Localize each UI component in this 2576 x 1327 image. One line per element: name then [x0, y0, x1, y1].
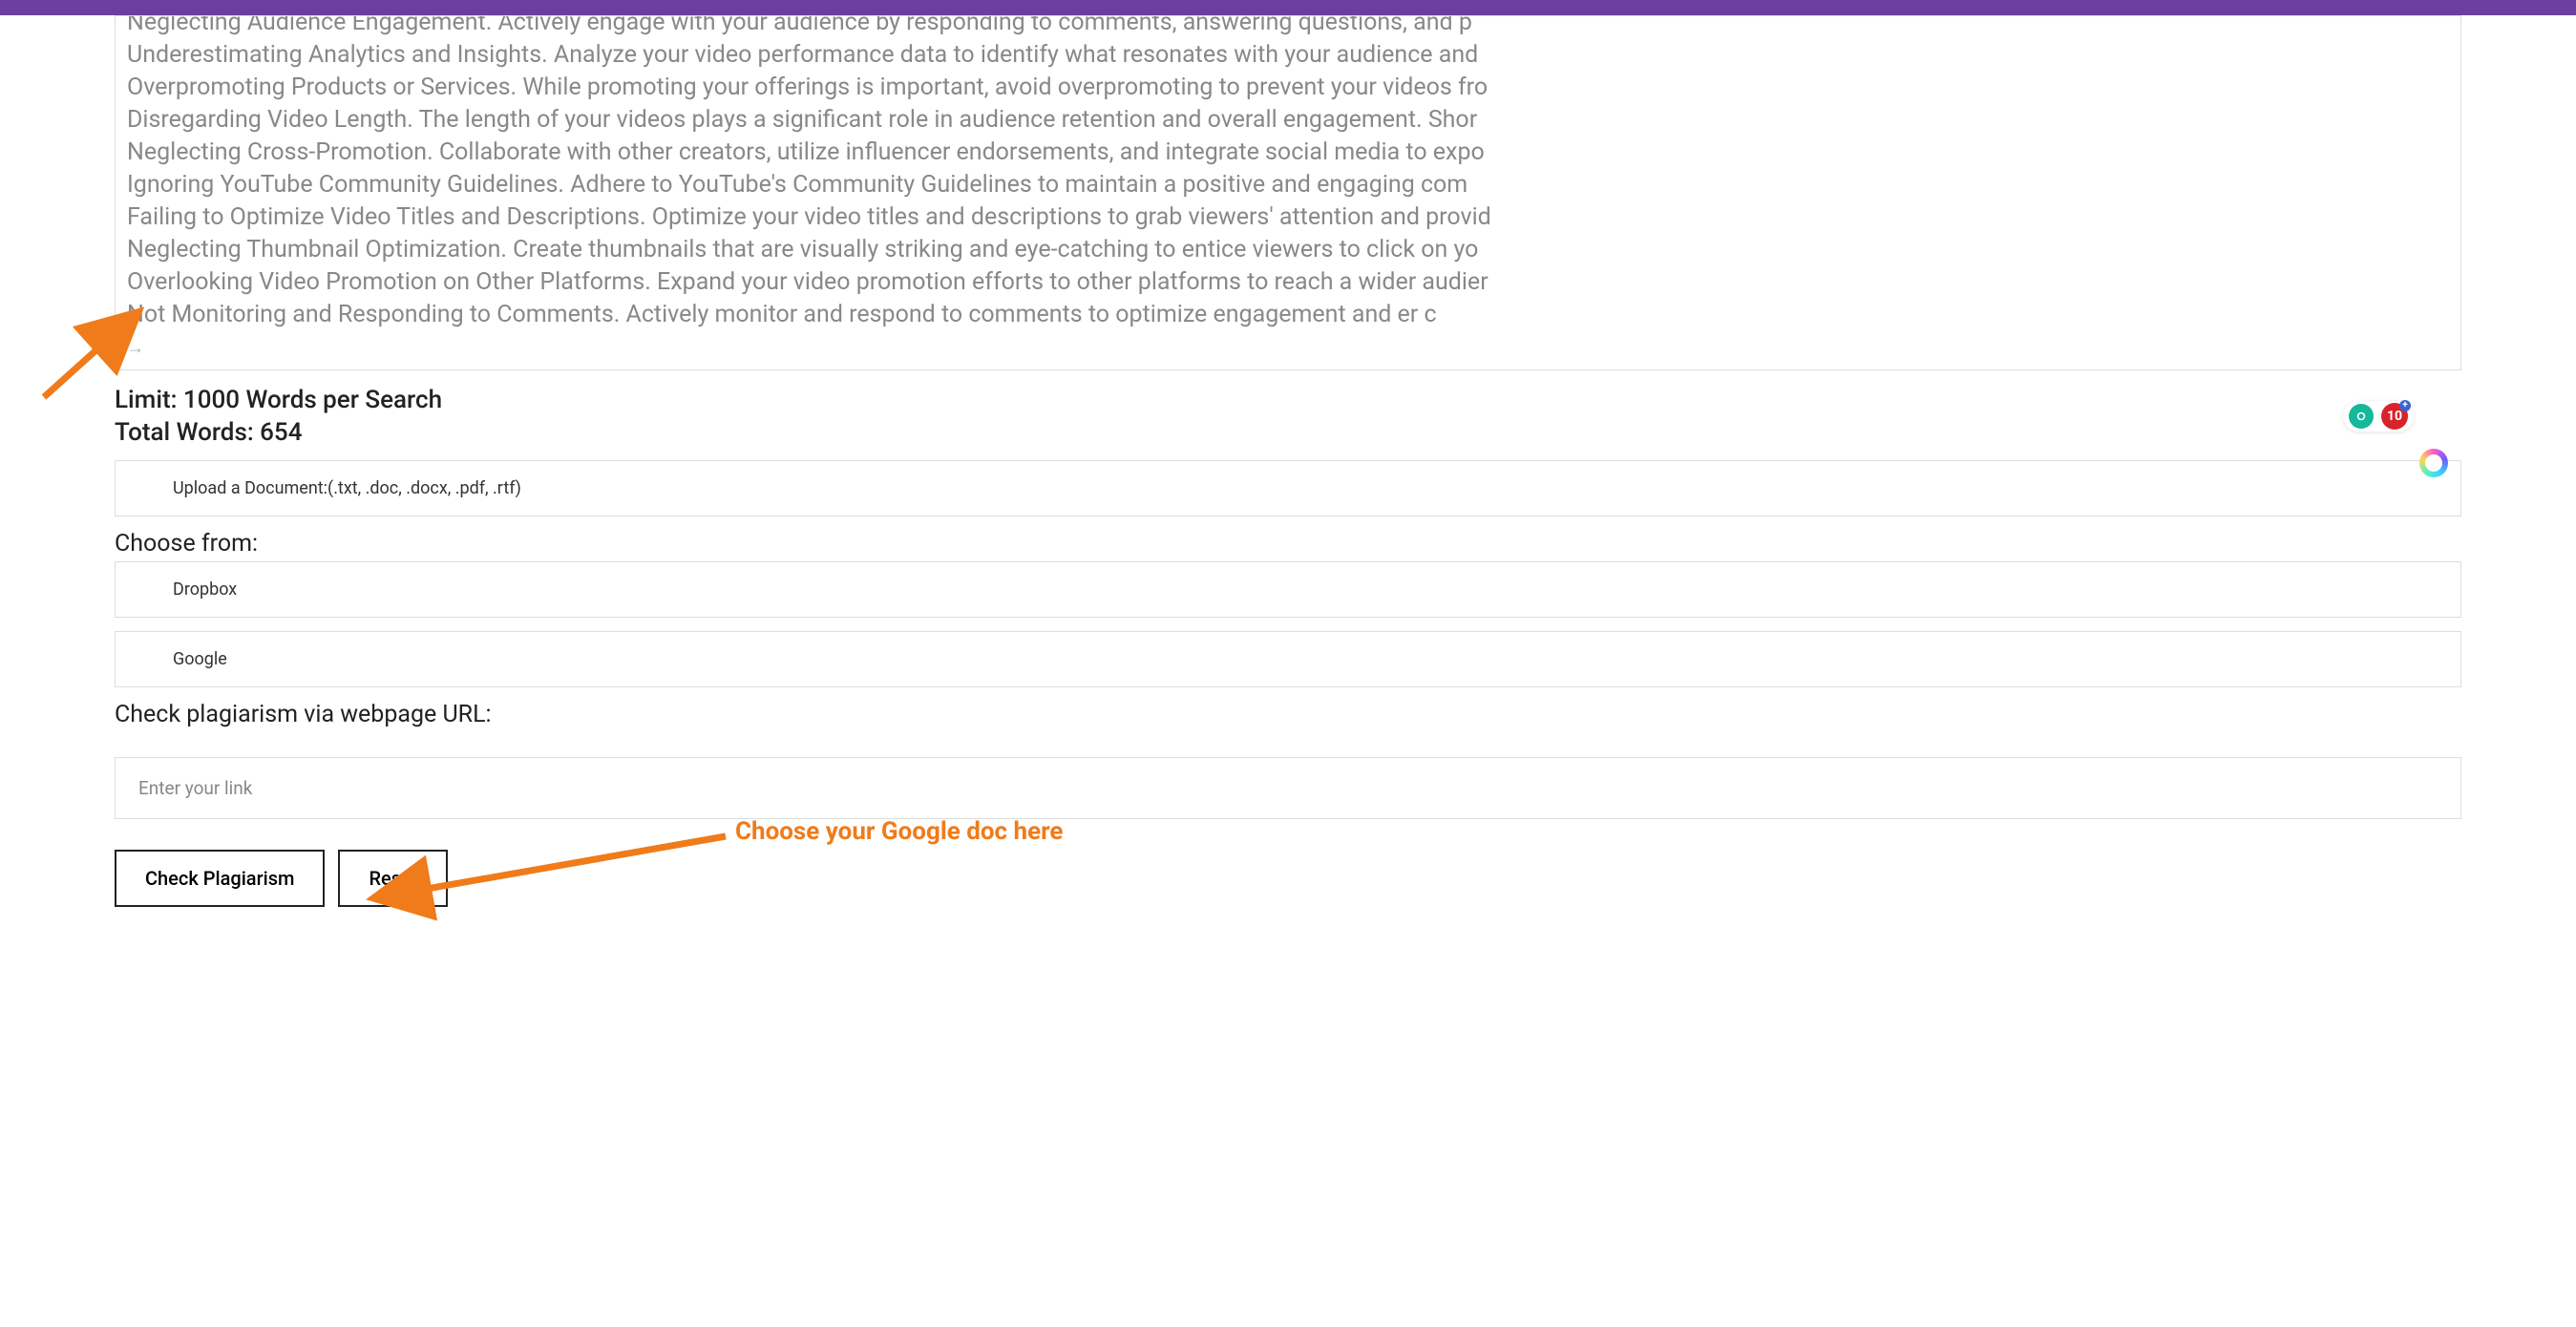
dropbox-label: Dropbox	[173, 579, 237, 600]
check-plagiarism-button[interactable]: Check Plagiarism	[115, 850, 325, 907]
text-line: Ignoring YouTube Community Guidelines. A…	[127, 169, 2449, 201]
text-line: Disregarding Video Length. The length of…	[127, 104, 2449, 137]
upload-document-label: Upload a Document:(.txt, .doc, .docx, .p…	[173, 478, 521, 498]
text-line: Failing to Optimize Video Titles and Des…	[127, 201, 2449, 234]
annotation-choose-google-doc: Choose your Google doc here	[735, 817, 1063, 846]
upload-document-box[interactable]: Upload a Document:(.txt, .doc, .docx, .p…	[115, 460, 2461, 516]
url-section-label: Check plagiarism via webpage URL:	[115, 701, 2461, 728]
choose-google-option[interactable]: Google	[115, 631, 2461, 687]
text-line: Neglecting Audience Engagement. Actively…	[127, 15, 2449, 39]
text-line: Neglecting Thumbnail Optimization. Creat…	[127, 234, 2449, 266]
grammar-badges-container[interactable]: 10	[2343, 401, 2414, 432]
url-input[interactable]	[115, 757, 2461, 819]
issue-count-value: 10	[2387, 409, 2402, 424]
text-line: Not Monitoring and Responding to Comment…	[127, 299, 2449, 331]
word-limit-label: Limit: 1000 Words per Search	[115, 386, 2461, 414]
text-line: Overpromoting Products or Services. Whil…	[127, 72, 2449, 104]
text-line: Overlooking Video Promotion on Other Pla…	[127, 266, 2449, 299]
reset-button[interactable]: Reset	[338, 850, 448, 907]
choose-from-label: Choose from:	[115, 530, 2461, 558]
expand-arrow-icon[interactable]: →	[127, 337, 2449, 360]
text-line: Underestimating Analytics and Insights. …	[127, 39, 2449, 72]
issue-count-badge[interactable]: 10	[2381, 403, 2408, 430]
choose-dropbox-option[interactable]: Dropbox	[115, 561, 2461, 618]
copilot-icon[interactable]	[2419, 449, 2448, 477]
text-line: Neglecting Cross-Promotion. Collaborate …	[127, 137, 2449, 169]
google-label: Google	[173, 649, 227, 669]
content-textarea[interactable]: Neglecting Audience Engagement. Actively…	[115, 15, 2461, 370]
total-words-label: Total Words: 654	[115, 418, 2461, 447]
grammar-check-icon[interactable]	[2349, 404, 2374, 429]
top-purple-bar	[0, 0, 2576, 15]
